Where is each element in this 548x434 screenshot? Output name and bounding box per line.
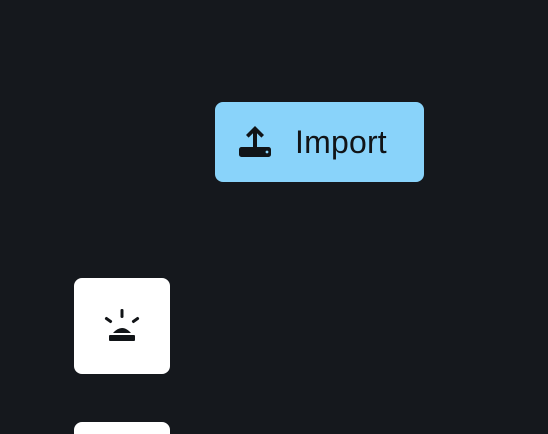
siren-alarm-icon xyxy=(102,306,142,346)
tile-button[interactable] xyxy=(74,422,170,434)
import-button[interactable]: Import xyxy=(215,102,424,182)
import-label: Import xyxy=(295,124,387,160)
alarm-tile-button[interactable] xyxy=(74,278,170,374)
upload-icon xyxy=(238,125,272,159)
canvas: Import xyxy=(0,0,548,434)
